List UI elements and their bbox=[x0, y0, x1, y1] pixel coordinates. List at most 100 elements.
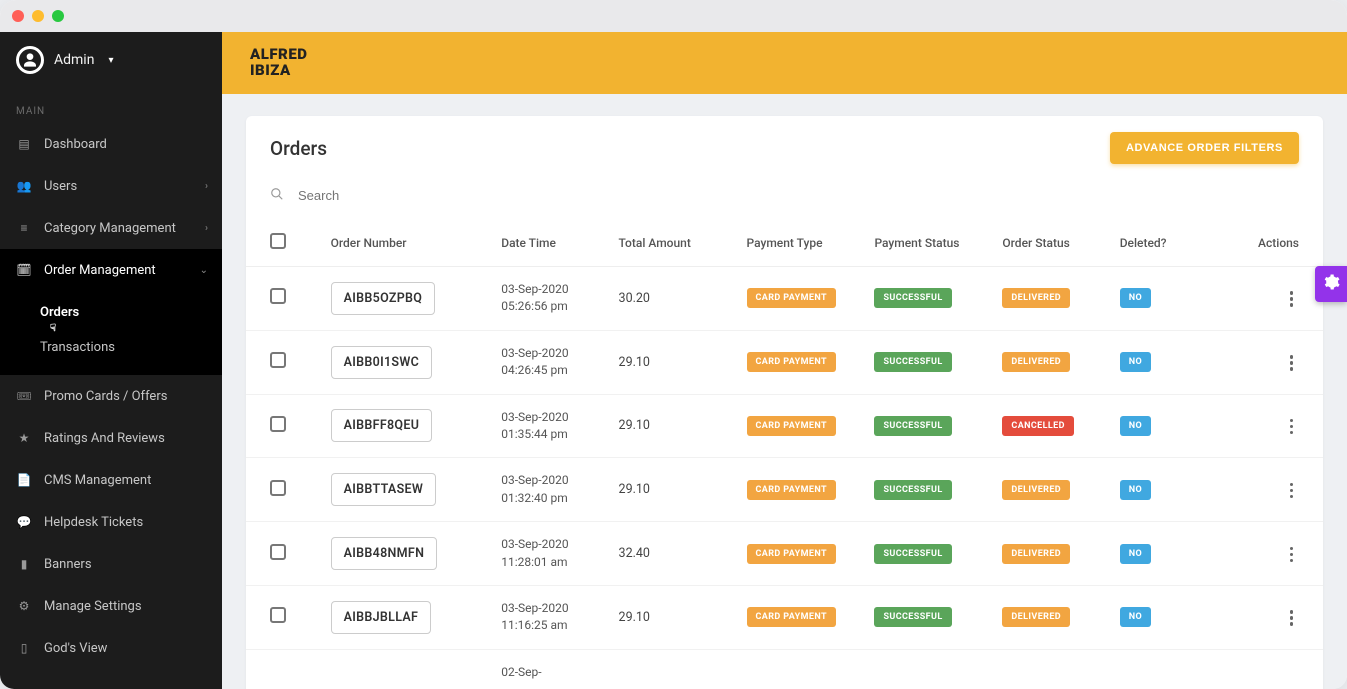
deleted-badge: NO bbox=[1120, 288, 1151, 308]
cell-total-amount: 29.10 bbox=[609, 458, 737, 522]
th-order-status[interactable]: Order Status bbox=[992, 219, 1109, 267]
sidebar-subitem-transactions[interactable]: Transactions bbox=[0, 330, 222, 365]
table-row: AIBB0I1SWC03-Sep-2020 04:26:45 pm29.10CA… bbox=[246, 330, 1323, 394]
th-total-amount[interactable]: Total Amount bbox=[609, 219, 737, 267]
orders-card: Orders ADVANCE ORDER FILTERS bbox=[246, 116, 1323, 689]
cell-total-amount: 30.20 bbox=[609, 267, 737, 331]
sidebar-item-label: CMS Management bbox=[44, 473, 151, 488]
row-checkbox[interactable] bbox=[270, 544, 286, 560]
th-order-number[interactable]: Order Number bbox=[321, 219, 492, 267]
maximize-window-dot[interactable] bbox=[52, 10, 64, 22]
sidebar-item-users[interactable]: 👥Users› bbox=[0, 165, 222, 207]
select-all-checkbox[interactable] bbox=[270, 233, 286, 249]
sidebar-section-label: MAIN bbox=[0, 88, 222, 123]
deleted-badge: NO bbox=[1120, 480, 1151, 500]
sidebar-item-helpdesk-tickets[interactable]: 💬Helpdesk Tickets bbox=[0, 501, 222, 543]
row-actions-menu[interactable] bbox=[1284, 541, 1300, 569]
category-icon: ≡ bbox=[16, 221, 32, 235]
cell-datetime: 03-Sep-2020 05:26:56 pm bbox=[501, 281, 581, 316]
search-input[interactable] bbox=[298, 188, 1299, 203]
sidebar-item-ratings-and-reviews[interactable]: ★ Ratings And Reviews bbox=[0, 417, 222, 459]
row-actions-menu[interactable] bbox=[1284, 604, 1300, 632]
theme-settings-fab[interactable] bbox=[1315, 266, 1347, 302]
chat-icon: 💬 bbox=[16, 515, 32, 529]
sidebar-item-label: Category Management bbox=[44, 221, 176, 236]
sidebar-item-label: Dashboard bbox=[44, 137, 107, 152]
sidebar-item-dashboard[interactable]: ▤ Dashboard bbox=[0, 123, 222, 165]
order-number-chip[interactable]: AIBB48NMFN bbox=[331, 537, 438, 570]
sidebar-item-label: Users bbox=[44, 179, 77, 194]
cell-datetime: 03-Sep-2020 01:32:40 pm bbox=[501, 472, 581, 507]
payment-type-badge: CARD PAYMENT bbox=[747, 288, 836, 308]
sidebar-subitem-orders[interactable]: Orders☟ bbox=[0, 295, 222, 330]
advance-order-filters-button[interactable]: ADVANCE ORDER FILTERS bbox=[1110, 132, 1299, 164]
row-actions-menu[interactable] bbox=[1284, 349, 1300, 377]
th-payment-status[interactable]: Payment Status bbox=[864, 219, 992, 267]
sidebar-subitems: Orders☟Transactions bbox=[0, 291, 222, 375]
search-bar bbox=[246, 164, 1323, 219]
sidebar-item-banners[interactable]: ▮Banners bbox=[0, 543, 222, 585]
payment-status-badge: SUCCESSFUL bbox=[874, 416, 951, 436]
brand-line2: IBIZA bbox=[250, 63, 307, 79]
order-status-badge: DELIVERED bbox=[1002, 352, 1070, 372]
payment-type-badge: CARD PAYMENT bbox=[747, 416, 836, 436]
sidebar-item-god-s-view[interactable]: ▯God's View bbox=[0, 627, 222, 669]
avatar-icon bbox=[16, 46, 44, 74]
brand-bar: ALFRED IBIZA bbox=[222, 32, 1347, 94]
th-date-time[interactable]: Date Time bbox=[491, 219, 608, 267]
row-actions-menu[interactable] bbox=[1284, 285, 1300, 313]
main-scroll[interactable]: Orders ADVANCE ORDER FILTERS bbox=[222, 94, 1347, 689]
order-number-chip[interactable]: AIBBTTASEW bbox=[331, 473, 437, 506]
sidebar-item-label: Order Management bbox=[44, 263, 156, 278]
search-icon bbox=[270, 186, 284, 205]
row-actions-menu[interactable] bbox=[1284, 477, 1300, 505]
order-status-badge: DELIVERED bbox=[1002, 544, 1070, 564]
chevron-down-icon: ⌄ bbox=[200, 265, 208, 276]
caret-down-icon: ▾ bbox=[108, 55, 113, 66]
promo-icon: 🎟 bbox=[16, 389, 32, 403]
row-actions-menu[interactable] bbox=[1284, 413, 1300, 441]
table-row: AIBBFF8QEU03-Sep-2020 01:35:44 pm29.10CA… bbox=[246, 394, 1323, 458]
row-checkbox[interactable] bbox=[270, 288, 286, 304]
gear-icon bbox=[1322, 273, 1340, 295]
row-checkbox[interactable] bbox=[270, 480, 286, 496]
dashboard-icon: ▤ bbox=[16, 137, 32, 151]
star-icon: ★ bbox=[16, 431, 32, 445]
order-number-chip[interactable]: AIBBFF8QEU bbox=[331, 409, 433, 442]
cell-total-amount: 32.40 bbox=[609, 522, 737, 586]
mac-titlebar bbox=[0, 0, 1347, 32]
sidebar-nav: ▤Dashboard👥Users›≡Category Management›🗓O… bbox=[0, 123, 222, 669]
order-status-badge: DELIVERED bbox=[1002, 480, 1070, 500]
sidebar-item-promo-cards-offers[interactable]: 🎟Promo Cards / Offers bbox=[0, 375, 222, 417]
user-menu[interactable]: Admin ▾ bbox=[0, 32, 222, 88]
order-number-chip[interactable]: AIBBJBLLAF bbox=[331, 601, 432, 634]
table-row: AIBB5OZPBQ 03-Sep-2020 05:26:56 pm 30.20 CA… bbox=[246, 267, 1323, 331]
payment-type-badge: CARD PAYMENT bbox=[747, 544, 836, 564]
order-number-chip[interactable]: AIBB5OZPBQ bbox=[331, 282, 436, 315]
content-area: ALFRED IBIZA Orders ADVANCE ORDER FILTER… bbox=[222, 32, 1347, 689]
th-deleted[interactable]: Deleted? bbox=[1110, 219, 1238, 267]
order-status-badge: DELIVERED bbox=[1002, 288, 1070, 308]
cell-datetime: 03-Sep-2020 11:28:01 am bbox=[501, 536, 581, 571]
sidebar: Admin ▾ MAIN ▤ Dashboard 👥Users› ≡ Category … bbox=[0, 32, 222, 689]
table-row: AIBB48NMFN 03-Sep-2020 11:28:01 am 32.40 CA… bbox=[246, 522, 1323, 586]
cell-total-amount bbox=[609, 649, 737, 689]
sidebar-item-order-management[interactable]: 🗓Order Management⌄ bbox=[0, 249, 222, 291]
sidebar-item-label: God's View bbox=[44, 641, 107, 656]
user-name: Admin bbox=[54, 52, 94, 68]
row-checkbox[interactable] bbox=[270, 352, 286, 368]
sidebar-item-category-management[interactable]: ≡Category Management› bbox=[0, 207, 222, 249]
sidebar-item-label: Ratings And Reviews bbox=[44, 431, 165, 446]
payment-status-badge: SUCCESSFUL bbox=[874, 480, 951, 500]
close-window-dot[interactable] bbox=[12, 10, 24, 22]
order-status-badge: DELIVERED bbox=[1002, 607, 1070, 627]
row-checkbox[interactable] bbox=[270, 416, 286, 432]
order-number-chip[interactable]: AIBB0I1SWC bbox=[331, 346, 432, 379]
sidebar-item-manage-settings[interactable]: ⚙Manage Settings bbox=[0, 585, 222, 627]
th-payment-type[interactable]: Payment Type bbox=[737, 219, 865, 267]
cell-datetime: 03-Sep-2020 04:26:45 pm bbox=[501, 345, 581, 380]
sidebar-item-cms-management[interactable]: 📄CMS Management bbox=[0, 459, 222, 501]
row-checkbox[interactable] bbox=[270, 607, 286, 623]
th-actions: Actions bbox=[1238, 219, 1323, 267]
minimize-window-dot[interactable] bbox=[32, 10, 44, 22]
